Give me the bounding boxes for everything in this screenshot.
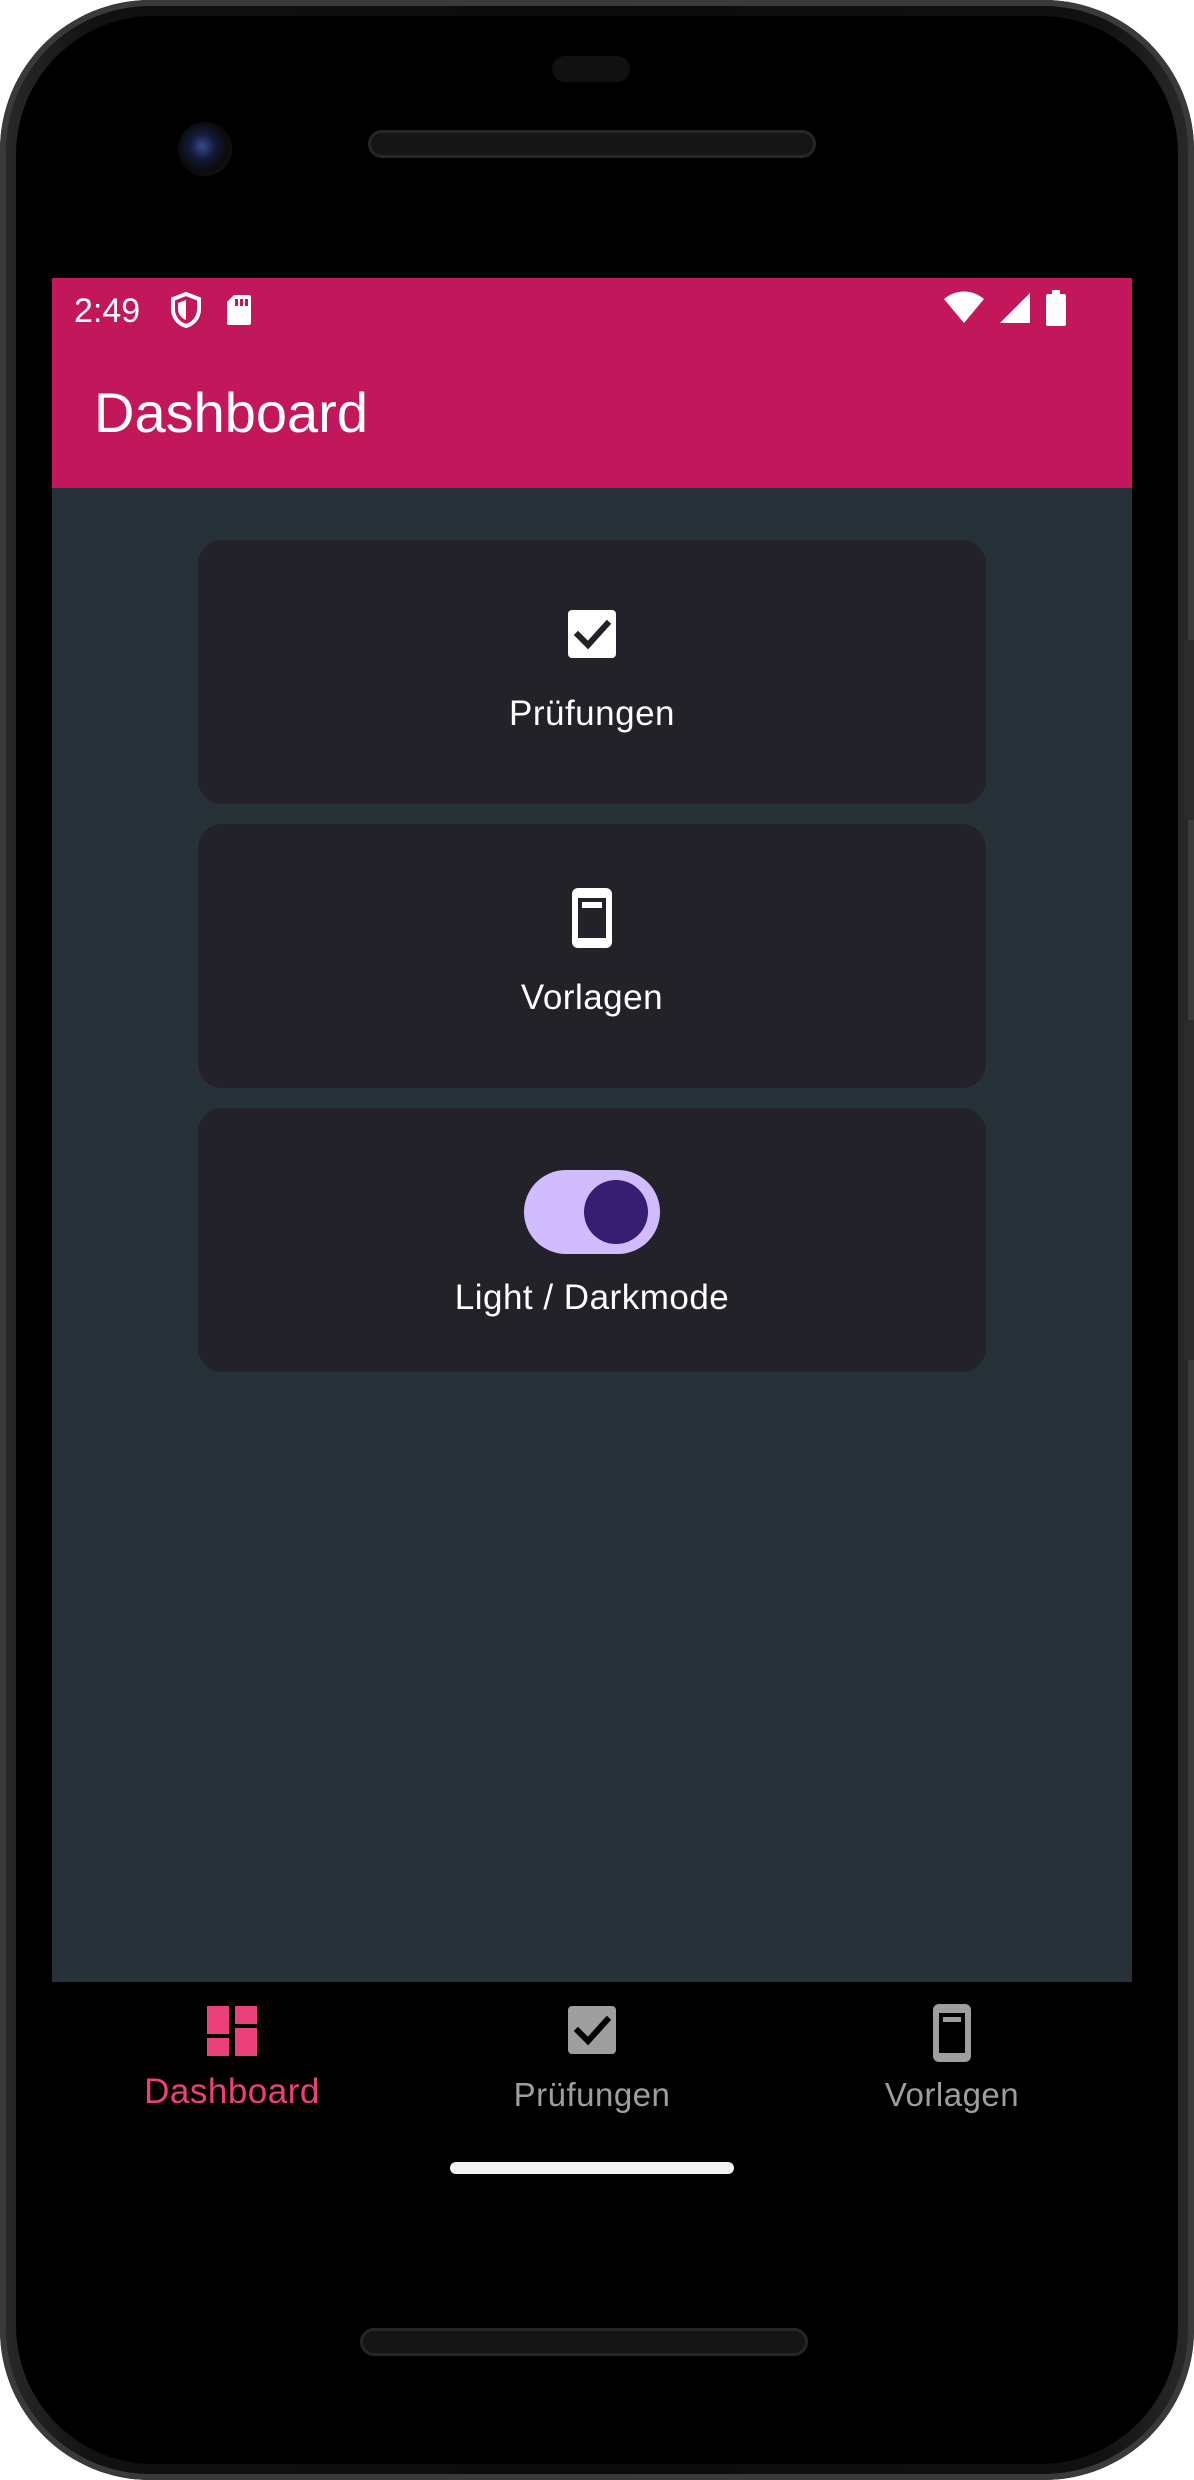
toggle-knob [584, 1180, 648, 1244]
card-label: Vorlagen [520, 978, 664, 1017]
home-indicator[interactable] [450, 2162, 734, 2174]
signal-icon [998, 291, 1032, 330]
proximity-sensor [552, 56, 630, 82]
phone-icon [572, 888, 612, 953]
phone-icon [933, 2004, 971, 2067]
darkmode-toggle[interactable] [524, 1170, 660, 1254]
volume-button [1184, 1020, 1194, 1360]
status-notification-icons [170, 291, 252, 333]
bottom-navigation: Dashboard Prüfungen Vorlagen [52, 1982, 1132, 2168]
app-bar: Dashboard [52, 342, 1132, 488]
dashboard-icon [207, 2006, 257, 2061]
vorlagen-card[interactable]: Vorlagen [198, 824, 986, 1088]
shield-icon [170, 291, 202, 333]
nav-label: Prüfungen [513, 2076, 671, 2113]
theme-toggle-card[interactable]: Light / Darkmode [198, 1108, 986, 1372]
status-bar: 2:49 [52, 278, 1132, 342]
checkbox-icon [568, 610, 616, 663]
nav-item-pruefungen[interactable]: Prüfungen [412, 1982, 772, 2113]
nav-label: Dashboard [144, 2072, 320, 2111]
pruefungen-card[interactable]: Prüfungen [198, 540, 986, 804]
nav-item-vorlagen[interactable]: Vorlagen [772, 1982, 1132, 2113]
nav-item-dashboard[interactable]: Dashboard [52, 1982, 412, 2112]
app-screen: 2:49 Dashboard Prüfungen Vorlagen Light … [52, 278, 1132, 1982]
front-camera [178, 122, 232, 176]
card-label: Light / Darkmode [454, 1278, 730, 1317]
phone-frame: 2:49 Dashboard Prüfungen Vorlagen Light … [0, 0, 1194, 2480]
nav-label: Vorlagen [884, 2076, 1020, 2113]
bottom-speaker [360, 2328, 808, 2356]
card-label: Prüfungen [508, 694, 676, 733]
battery-icon [1046, 290, 1066, 331]
checkbox-icon [568, 2006, 616, 2059]
sd-card-icon [226, 294, 252, 331]
wifi-icon [944, 291, 984, 330]
top-speaker [368, 130, 816, 158]
page-title: Dashboard [94, 381, 368, 444]
status-time: 2:49 [74, 292, 141, 330]
status-system-icons [944, 290, 1066, 331]
power-button [1184, 640, 1194, 820]
